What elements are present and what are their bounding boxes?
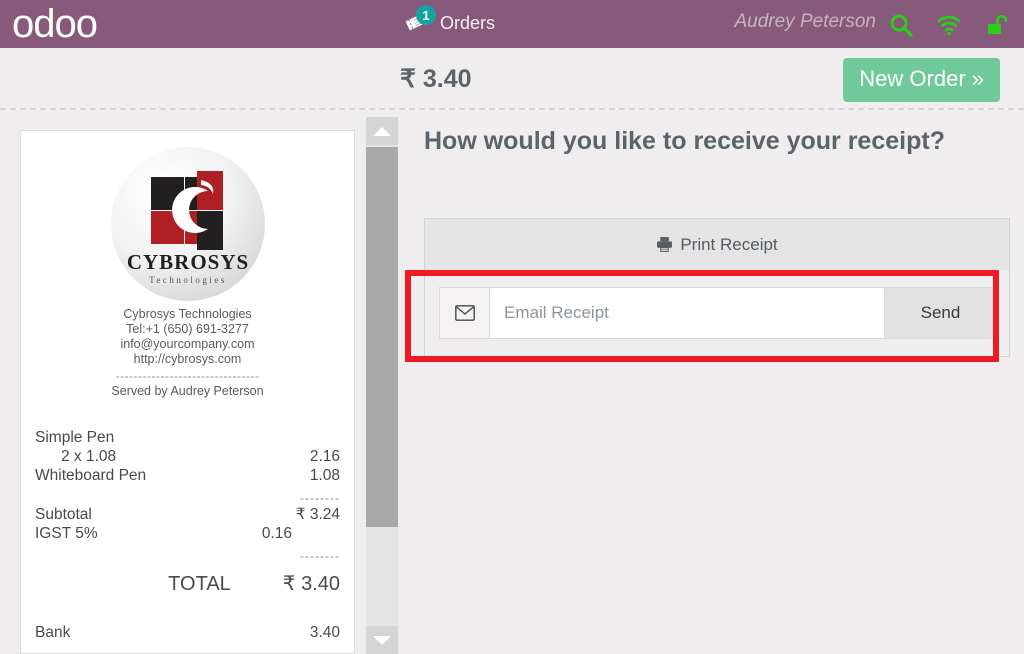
print-receipt-label: Print Receipt: [680, 234, 778, 254]
company-name: Cybrosys Technologies: [123, 307, 252, 321]
chevron-up-icon: [373, 126, 391, 136]
receipt-options-panel: How would you like to receive your recei…: [410, 117, 1024, 654]
subtotal-label: Subtotal: [35, 506, 92, 523]
orders-label: Orders: [440, 12, 496, 33]
company-website: http://cybrosys.com: [133, 352, 242, 366]
email-input-group: Send: [439, 287, 997, 339]
receipt-separator: --------------------------------: [115, 370, 260, 382]
subtotal-rule: --------: [300, 491, 340, 505]
product-name: Whiteboard Pen: [35, 467, 147, 484]
order-total-amount: ₹ 3.40: [400, 65, 472, 93]
scrollbar-thumb[interactable]: [366, 147, 398, 527]
svg-text:CYBROSYS: CYBROSYS: [126, 250, 248, 274]
search-icon[interactable]: [888, 12, 914, 38]
email-receipt-section: Send: [424, 270, 1010, 357]
receipt-order-lines: Simple Pen 2 x 1.08 2.16 Whiteboard Pen …: [35, 428, 340, 642]
print-receipt-button[interactable]: Print Receipt: [424, 218, 1010, 270]
odoo-logo[interactable]: odoo: [12, 4, 98, 44]
payment-method-label: Bank: [35, 624, 71, 641]
product-amount: 1.08: [309, 467, 340, 484]
total-rule: --------: [300, 549, 340, 563]
envelope-icon: [440, 288, 490, 338]
printer-icon: [656, 236, 673, 253]
total-value: ₹ 3.40: [282, 573, 340, 595]
tax-row: IGST 5% 0.16: [35, 524, 340, 543]
receipt-preview: CYBROSYS Technologies Cybrosys Technolog…: [20, 130, 355, 654]
cashier-name[interactable]: Audrey Peterson: [734, 11, 876, 33]
order-line: Simple Pen: [35, 428, 340, 447]
order-line-qty: 2 x 1.08 2.16: [35, 447, 340, 466]
unlock-icon[interactable]: [984, 12, 1010, 38]
subtotal-row: Subtotal ₹ 3.24: [35, 505, 340, 524]
company-info: Cybrosys Technologies Tel:+1 (650) 691-3…: [21, 307, 354, 367]
svg-text:Technologies: Technologies: [149, 275, 227, 285]
payment-amount: 3.40: [309, 624, 340, 641]
company-email: info@yourcompany.com: [120, 337, 255, 351]
total-row: TOTAL ₹ 3.40: [35, 571, 340, 596]
pos-receipt-screen: odoo 1 Orders Audrey Peterson ₹ 3.40 New…: [0, 0, 1024, 654]
total-label: TOTAL: [168, 573, 231, 595]
subtotal-value: ₹ 3.24: [295, 506, 340, 523]
page-title: How would you like to receive your recei…: [424, 127, 945, 155]
tax-label: IGST 5%: [35, 525, 98, 542]
product-amount: 2.16: [309, 448, 340, 465]
new-order-button[interactable]: New Order »: [843, 58, 1000, 102]
cybrosys-logo: CYBROSYS Technologies: [110, 147, 265, 301]
served-by-text: Served by Audrey Peterson: [111, 384, 264, 398]
order-subheader: ₹ 3.40 New Order »: [0, 48, 1024, 110]
tax-value: 0.16: [261, 525, 292, 542]
send-email-button[interactable]: Send: [884, 288, 996, 338]
company-phone: Tel:+1 (650) 691-3277: [126, 322, 249, 336]
email-receipt-input[interactable]: [490, 288, 884, 338]
chevron-down-icon: [373, 635, 391, 645]
order-line: Whiteboard Pen 1.08: [35, 466, 340, 485]
wifi-icon[interactable]: [936, 12, 962, 38]
orders-button[interactable]: 1 Orders: [404, 5, 496, 34]
product-qty-detail: 2 x 1.08: [61, 448, 117, 465]
top-header: odoo 1 Orders Audrey Peterson: [0, 0, 1024, 48]
receipt-scrollbar[interactable]: [366, 117, 398, 654]
scroll-down-button[interactable]: [366, 626, 398, 654]
payment-row: Bank 3.40: [35, 624, 340, 642]
orders-count-badge: 1: [416, 5, 436, 25]
scroll-up-button[interactable]: [366, 117, 398, 145]
receipt-logo-area: CYBROSYS Technologies: [21, 131, 354, 301]
product-name: Simple Pen: [35, 429, 115, 446]
